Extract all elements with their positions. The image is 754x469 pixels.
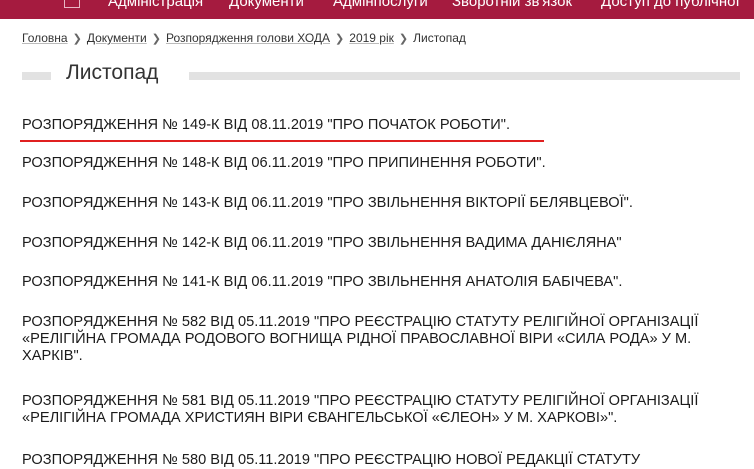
nav-item-administration[interactable]: Адміністрація [108,0,203,12]
document-link[interactable]: РОЗПОРЯДЖЕННЯ № 582 ВІД 05.11.2019 "ПРО … [22,314,737,365]
list-item: РОЗПОРЯДЖЕННЯ № 143-К ВІД 06.11.2019 "ПР… [22,195,737,212]
breadcrumb-hoda-orders[interactable]: Розпорядження голови ХОДА [166,31,330,45]
chevron-right-icon: ❯ [151,33,161,45]
list-item: РОЗПОРЯДЖЕННЯ № 581 ВІД 05.11.2019 "ПРО … [22,393,737,427]
list-item: РОЗПОРЯДЖЕННЯ № 580 ВІД 05.11.2019 "ПРО … [22,452,737,469]
breadcrumb-documents[interactable]: Документи [87,31,147,45]
document-link[interactable]: РОЗПОРЯДЖЕННЯ № 148-К ВІД 06.11.2019 "ПР… [22,155,737,172]
nav-item-feedback[interactable]: Зворотній зв'язок [452,0,572,12]
nav-item-documents[interactable]: Документи [229,0,304,12]
breadcrumb: Головна ❯ Документи ❯ Розпорядження голови Х… [22,30,466,47]
chevron-right-icon: ❯ [335,33,345,45]
list-item: РОЗПОРЯДЖЕННЯ № 142-К ВІД 06.11.2019 "ПР… [22,235,737,252]
title-decoration-left [22,72,51,80]
hover-underline [20,140,544,142]
nav-item-admin-services[interactable]: Адмінпослуги [333,0,428,12]
document-link[interactable]: РОЗПОРЯДЖЕННЯ № 581 ВІД 05.11.2019 "ПРО … [22,393,737,427]
document-link[interactable]: РОЗПОРЯДЖЕННЯ № 580 ВІД 05.11.2019 "ПРО … [22,452,737,469]
list-item: РОЗПОРЯДЖЕННЯ № 582 ВІД 05.11.2019 "ПРО … [22,314,737,365]
document-link[interactable]: РОЗПОРЯДЖЕННЯ № 149-К ВІД 08.11.2019 "ПР… [22,117,737,134]
list-item: РОЗПОРЯДЖЕННЯ № 148-К ВІД 06.11.2019 "ПР… [22,155,737,172]
document-link[interactable]: РОЗПОРЯДЖЕННЯ № 141-К ВІД 06.11.2019 "ПР… [22,274,737,291]
breadcrumb-year-2019[interactable]: 2019 рік [349,31,394,45]
page-title: Листопад [66,61,159,84]
title-decoration-right [189,72,740,80]
page-title-bar: Листопад [22,60,740,86]
top-navigation: Адміністрація Документи Адмінпослуги Зво… [0,0,754,19]
chevron-right-icon: ❯ [398,33,409,45]
chevron-right-icon: ❯ [72,33,82,45]
document-link[interactable]: РОЗПОРЯДЖЕННЯ № 143-К ВІД 06.11.2019 "ПР… [22,195,737,212]
list-item: РОЗПОРЯДЖЕННЯ № 141-К ВІД 06.11.2019 "ПР… [22,274,737,291]
document-link[interactable]: РОЗПОРЯДЖЕННЯ № 142-К ВІД 06.11.2019 "ПР… [22,235,737,252]
home-icon[interactable] [64,0,80,8]
breadcrumb-current: Листопад [413,31,466,45]
list-item: РОЗПОРЯДЖЕННЯ № 149-К ВІД 08.11.2019 "ПР… [20,117,737,142]
breadcrumb-home[interactable]: Головна [22,31,68,45]
nav-item-public-access[interactable]: Доступ до публічної [601,0,740,12]
